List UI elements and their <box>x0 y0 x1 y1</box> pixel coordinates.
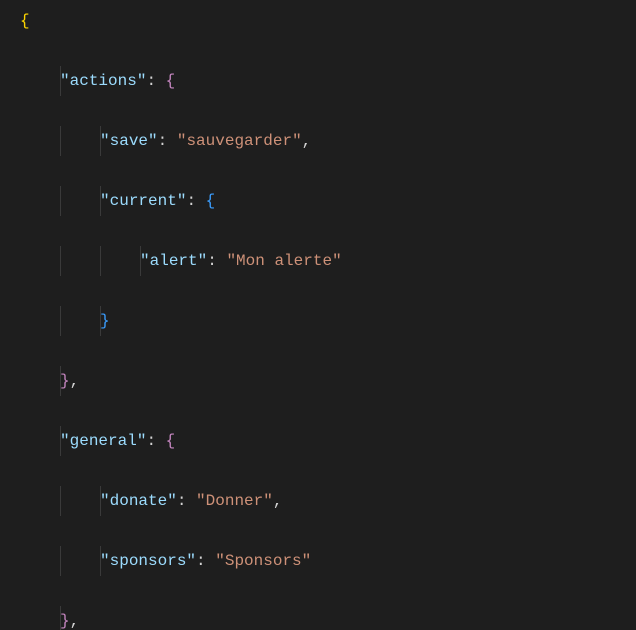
brace-open: { <box>206 192 216 210</box>
brace-open: { <box>166 432 176 450</box>
json-key: "sponsors" <box>100 552 196 570</box>
code-block[interactable]: { "actions": { "save": "sauvegarder", "c… <box>0 0 636 630</box>
json-key: "save" <box>100 132 158 150</box>
code-line[interactable]: } <box>0 306 636 336</box>
brace-open: { <box>20 12 30 30</box>
code-line[interactable]: }, <box>0 366 636 396</box>
brace-open: { <box>166 72 176 90</box>
json-key: "alert" <box>140 252 207 270</box>
json-key: "general" <box>60 432 146 450</box>
json-string: "Mon alerte" <box>226 252 341 270</box>
brace-close: } <box>60 612 70 630</box>
json-string: "sauvegarder" <box>177 132 302 150</box>
json-string: "Sponsors" <box>215 552 311 570</box>
code-line[interactable]: "general": { <box>0 426 636 456</box>
json-key: "current" <box>100 192 186 210</box>
json-key: "actions" <box>60 72 146 90</box>
code-line[interactable]: "save": "sauvegarder", <box>0 126 636 156</box>
code-line[interactable]: "actions": { <box>0 66 636 96</box>
code-line[interactable]: }, <box>0 606 636 630</box>
code-line[interactable]: "donate": "Donner", <box>0 486 636 516</box>
code-line[interactable]: "alert": "Mon alerte" <box>0 246 636 276</box>
code-line[interactable]: { <box>0 6 636 36</box>
brace-close: } <box>60 372 70 390</box>
code-line[interactable]: "current": { <box>0 186 636 216</box>
json-key: "donate" <box>100 492 177 510</box>
json-string: "Donner" <box>196 492 273 510</box>
brace-close: } <box>100 312 110 330</box>
code-line[interactable]: "sponsors": "Sponsors" <box>0 546 636 576</box>
